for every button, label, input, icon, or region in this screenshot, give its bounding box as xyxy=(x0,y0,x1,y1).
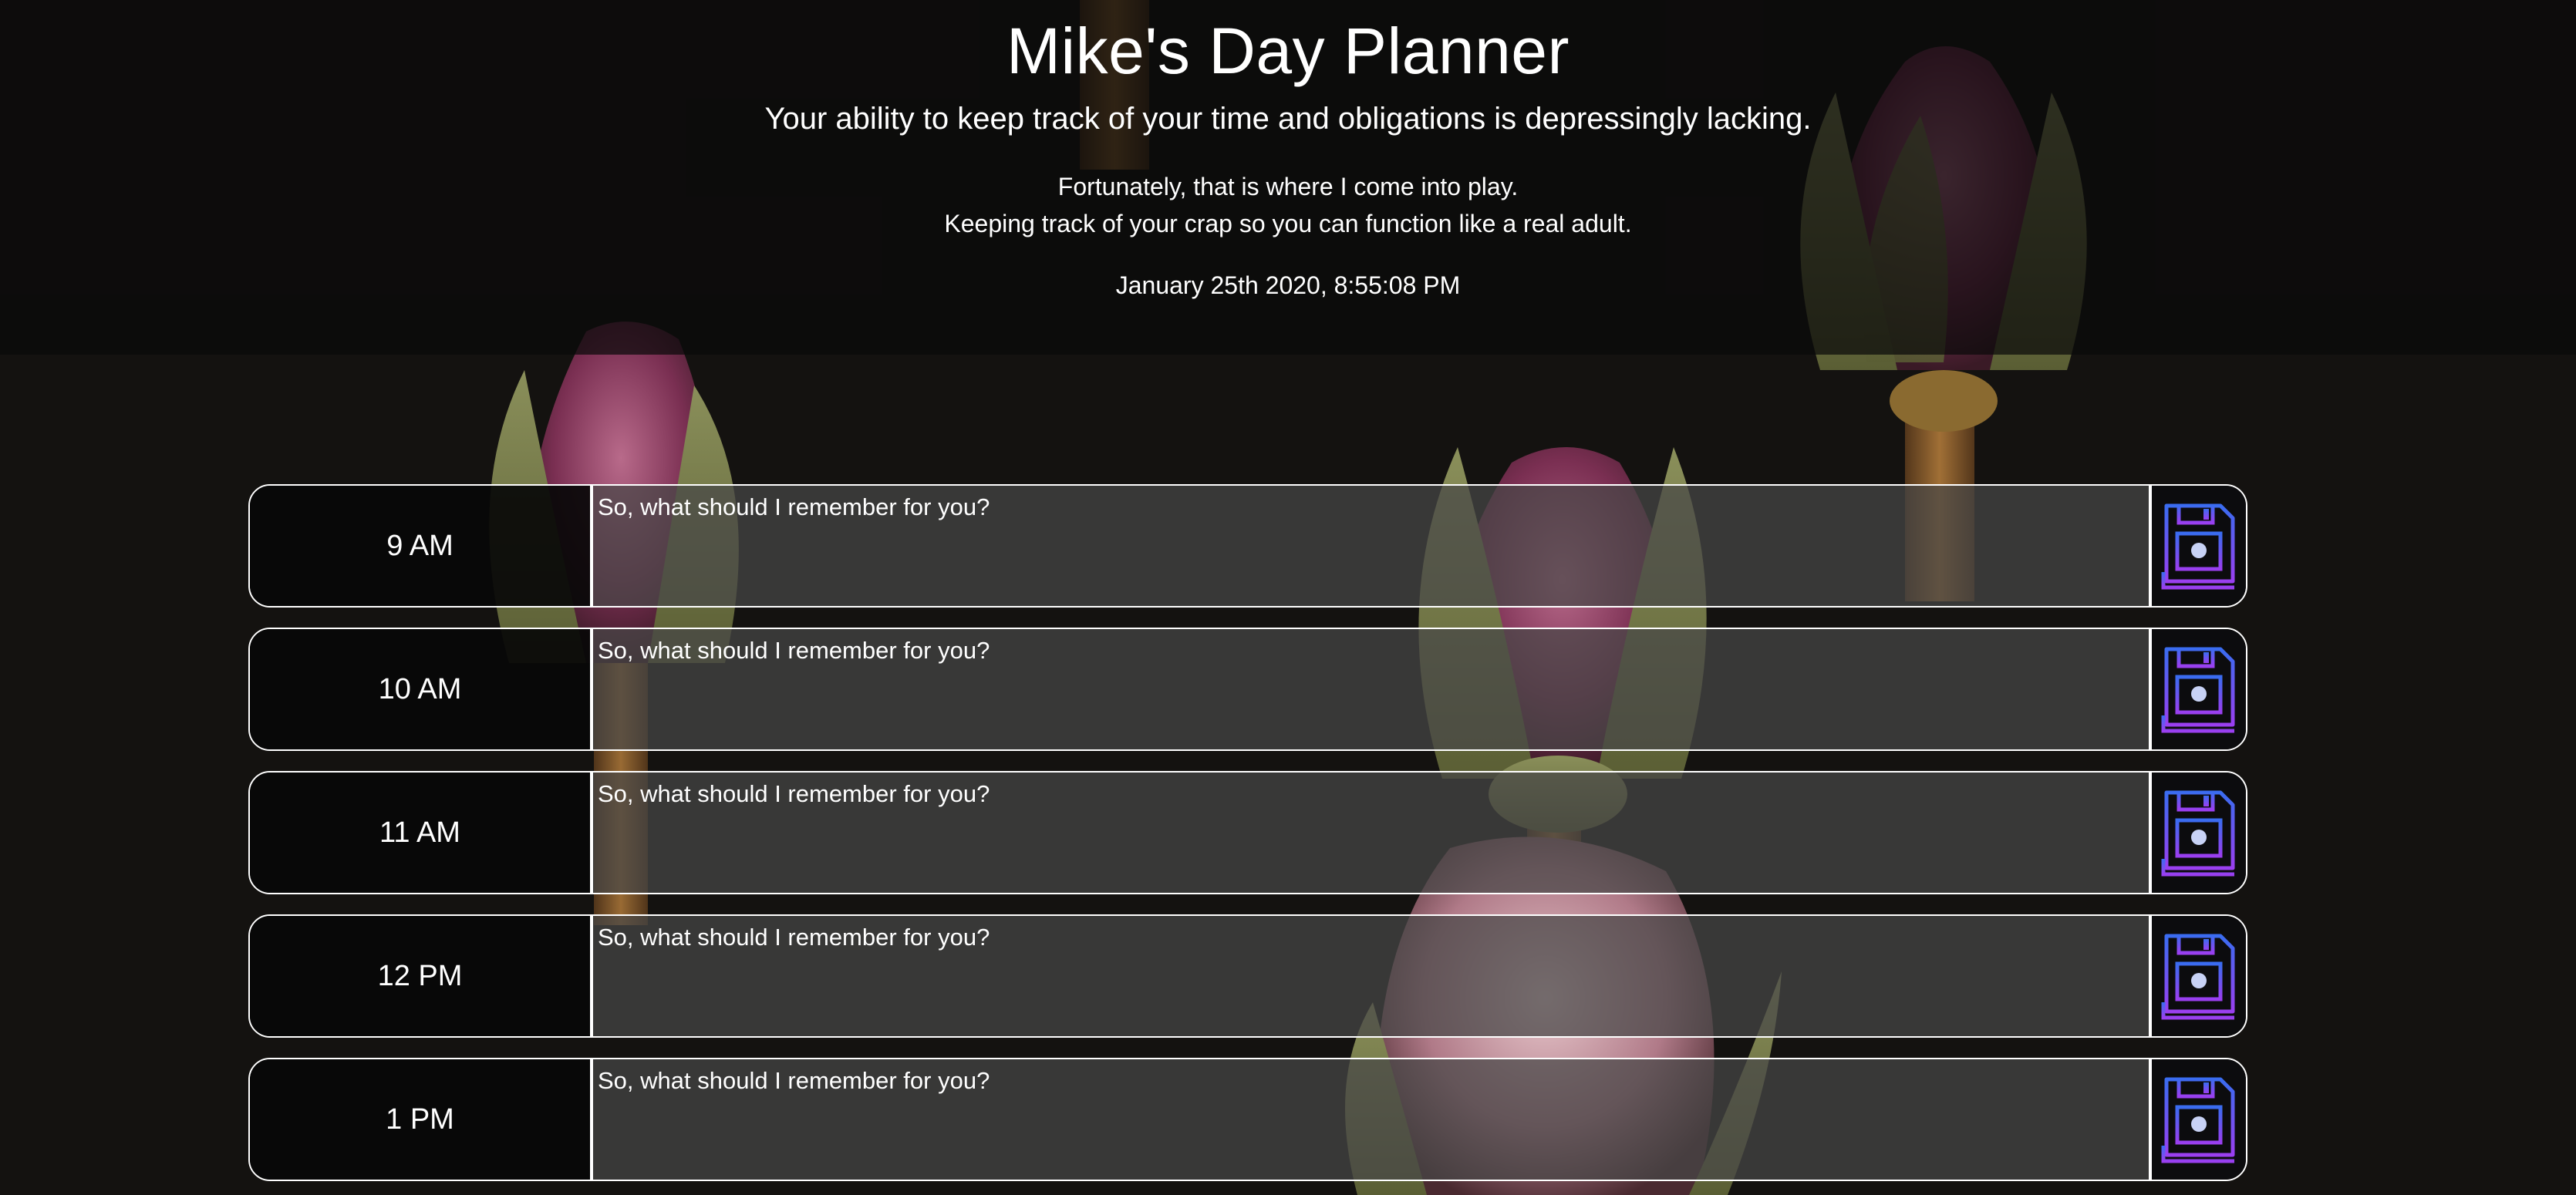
time-block-row: 9 AM xyxy=(248,484,2247,608)
floppy-disk-icon xyxy=(2161,1077,2235,1163)
note-input[interactable] xyxy=(593,629,2149,749)
hour-label: 11 AM xyxy=(250,773,593,893)
time-block-row: 12 PM xyxy=(248,914,2247,1038)
hour-label: 10 AM xyxy=(250,629,593,749)
floppy-disk-icon xyxy=(2161,790,2235,877)
save-button[interactable] xyxy=(2149,773,2246,893)
floppy-disk-icon xyxy=(2161,647,2235,733)
header-tagline-1: Fortunately, that is where I come into p… xyxy=(1057,173,1519,200)
note-input[interactable] xyxy=(593,486,2149,606)
page-title: Mike's Day Planner xyxy=(1006,15,1570,87)
save-button[interactable] xyxy=(2149,1059,2246,1180)
time-block-row: 1 PM xyxy=(248,1058,2247,1181)
time-block-row: 11 AM xyxy=(248,771,2247,894)
hour-label: 1 PM xyxy=(250,1059,593,1180)
hour-label: 12 PM xyxy=(250,916,593,1036)
header-jumbotron: Mike's Day Planner Your ability to keep … xyxy=(0,0,2576,355)
note-input[interactable] xyxy=(593,1059,2149,1180)
hour-label: 9 AM xyxy=(250,486,593,606)
floppy-disk-icon xyxy=(2161,934,2235,1020)
header-tagline-2: Keeping track of your crap so you can fu… xyxy=(944,210,1632,237)
save-button[interactable] xyxy=(2149,916,2246,1036)
note-input[interactable] xyxy=(593,773,2149,893)
save-button[interactable] xyxy=(2149,629,2246,749)
save-button[interactable] xyxy=(2149,486,2246,606)
current-datetime: January 25th 2020, 8:55:08 PM xyxy=(1115,271,1461,299)
note-input[interactable] xyxy=(593,916,2149,1036)
floppy-disk-icon xyxy=(2161,503,2235,590)
time-block-row: 10 AM xyxy=(248,628,2247,751)
planner-container: 9 AM 10 AM xyxy=(248,484,2247,1195)
header-lead-text: Your ability to keep track of your time … xyxy=(764,102,1812,136)
